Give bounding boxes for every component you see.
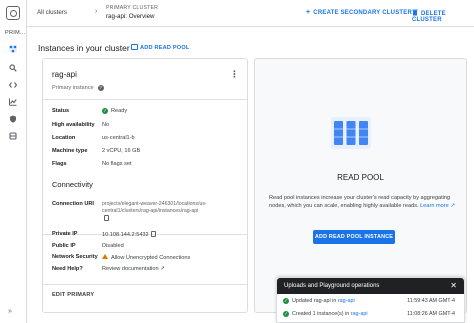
- operation-link[interactable]: rag-api: [338, 298, 355, 304]
- cluster-type-label: PRIMARY CLUSTER: [106, 5, 159, 11]
- private-ip-label: Private IP: [52, 231, 78, 237]
- warning-icon: [102, 254, 108, 259]
- machine-type-label: Machine type: [52, 148, 88, 154]
- code-icon[interactable]: [8, 81, 18, 89]
- instance-role: Primary instance?: [52, 85, 104, 91]
- more-options-icon[interactable]: ⋮: [230, 69, 239, 80]
- overview-icon[interactable]: [9, 45, 17, 53]
- need-help-label: Need Help?: [52, 266, 83, 272]
- flags-value: No flags set: [102, 161, 132, 167]
- read-pool-title: READ POOL: [337, 173, 384, 182]
- public-ip-label: Public IP: [52, 243, 76, 249]
- status-value: ✓ Ready: [102, 108, 127, 114]
- security-icon[interactable]: [9, 115, 17, 123]
- instances-section-title: Instances in your cluster: [38, 43, 130, 53]
- page-title: rag-api: Overview: [106, 13, 155, 20]
- external-link-icon: ↗: [450, 203, 455, 209]
- page-header: All clusters › PRIMARY CLUSTER rag-api: …: [27, 0, 474, 27]
- divider: [43, 99, 247, 100]
- connection-uri-value: projects/elegant-weaver-246301/locations…: [102, 201, 242, 223]
- copy-icon[interactable]: [104, 215, 109, 221]
- operation-link[interactable]: rag-api: [351, 311, 368, 317]
- read-pool-illustration-icon: [331, 117, 371, 149]
- flags-label: Flags: [52, 161, 67, 167]
- add-read-pool-instance-button[interactable]: ADD READ POOL INSTANCE: [313, 230, 395, 244]
- operations-panel-header: Uploads and Playground operations ✕: [277, 278, 464, 294]
- expand-rail-icon[interactable]: »: [8, 308, 12, 315]
- add-read-pool-link[interactable]: ADD READ POOL: [131, 44, 190, 51]
- operations-panel: Uploads and Playground operations ✕ ✓ Upd…: [276, 277, 465, 323]
- create-secondary-cluster-button[interactable]: + CREATE SECONDARY CLUSTER: [306, 9, 412, 16]
- operations-panel-title: Uploads and Playground operations: [284, 283, 380, 289]
- read-pool-icon: [131, 44, 138, 50]
- copy-icon[interactable]: [150, 231, 156, 237]
- check-circle-icon: ✓: [102, 108, 108, 114]
- review-documentation-text: Review documentation: [102, 266, 159, 272]
- backups-icon[interactable]: [9, 132, 17, 140]
- network-security-text: Allow Unencrypted Connections: [111, 255, 191, 261]
- edit-primary-button[interactable]: EDIT PRIMARY: [52, 292, 94, 298]
- query-icon[interactable]: [9, 64, 17, 72]
- location-label: Location: [52, 135, 76, 141]
- connection-uri-text: projects/elegant-weaver-246301/locations…: [102, 201, 207, 214]
- operation-item: ✓ Created 1 instance(s) in rag-api 11:08:…: [283, 311, 461, 317]
- trash-icon: [412, 9, 418, 16]
- machine-type-value: 2 vCPU, 16 GB: [102, 148, 141, 154]
- review-documentation-link[interactable]: Review documentation ↗: [102, 266, 165, 272]
- operation-timestamp: 11:08:26 AM GMT-4: [407, 311, 455, 317]
- operation-item: ✓ Updated rag-api in rag-api 11:59:43 AM …: [283, 298, 461, 304]
- external-link-icon: ↗: [160, 266, 165, 272]
- network-security-label: Network Security: [52, 254, 98, 260]
- check-circle-icon: ✓: [283, 311, 289, 317]
- close-icon[interactable]: ✕: [450, 281, 457, 290]
- breadcrumb-all-clusters[interactable]: All clusters: [37, 9, 67, 16]
- instance-name: rag-api: [52, 70, 77, 79]
- learn-more-link[interactable]: Learn more ↗: [420, 203, 455, 209]
- status-label: Status: [52, 108, 70, 114]
- divider: [43, 284, 247, 285]
- status-text: Ready: [111, 108, 128, 114]
- rail-section-label: PRIM...: [5, 30, 26, 36]
- check-circle-icon: ✓: [283, 298, 289, 304]
- read-pool-card: READ POOL Read pool instances increase y…: [254, 58, 467, 313]
- add-read-pool-label: ADD READ POOL: [140, 45, 190, 51]
- breadcrumb-chevron-icon: ›: [95, 8, 98, 15]
- learn-more-text: Learn more: [420, 203, 449, 209]
- left-rail: PRIM... »: [0, 0, 27, 323]
- high-availability-label: High availability: [52, 122, 95, 128]
- operation-text: Created 1 instance(s) in: [292, 311, 350, 317]
- plus-icon: +: [306, 9, 311, 16]
- alloydb-logo-icon[interactable]: [6, 6, 20, 20]
- read-pool-description: Read pool instances increase your cluste…: [269, 194, 457, 210]
- private-ip-value: 10.108.144.2:5432: [102, 231, 156, 238]
- create-secondary-label: CREATE SECONDARY CLUSTER: [313, 10, 412, 16]
- high-availability-value: No: [102, 122, 110, 128]
- location-value: us-central1-b: [102, 135, 135, 141]
- help-icon[interactable]: ?: [97, 85, 104, 91]
- operation-timestamp: 11:59:43 AM GMT-4: [407, 298, 455, 304]
- monitoring-icon[interactable]: [9, 98, 17, 106]
- instance-role-label: Primary instance: [52, 85, 94, 91]
- network-security-value: Allow Unencrypted Connections: [102, 254, 190, 261]
- connectivity-title: Connectivity: [52, 180, 93, 189]
- delete-cluster-button[interactable]: DELETE CLUSTER: [412, 9, 474, 23]
- private-ip-text: 10.108.144.2:5432: [102, 232, 149, 238]
- operation-text: Updated rag-api in: [292, 298, 337, 304]
- primary-instance-card: rag-api Primary instance? ⋮ Status ✓ Read…: [42, 58, 248, 313]
- public-ip-value: Disabled: [102, 243, 124, 249]
- connection-uri-label: Connection URI: [52, 201, 94, 207]
